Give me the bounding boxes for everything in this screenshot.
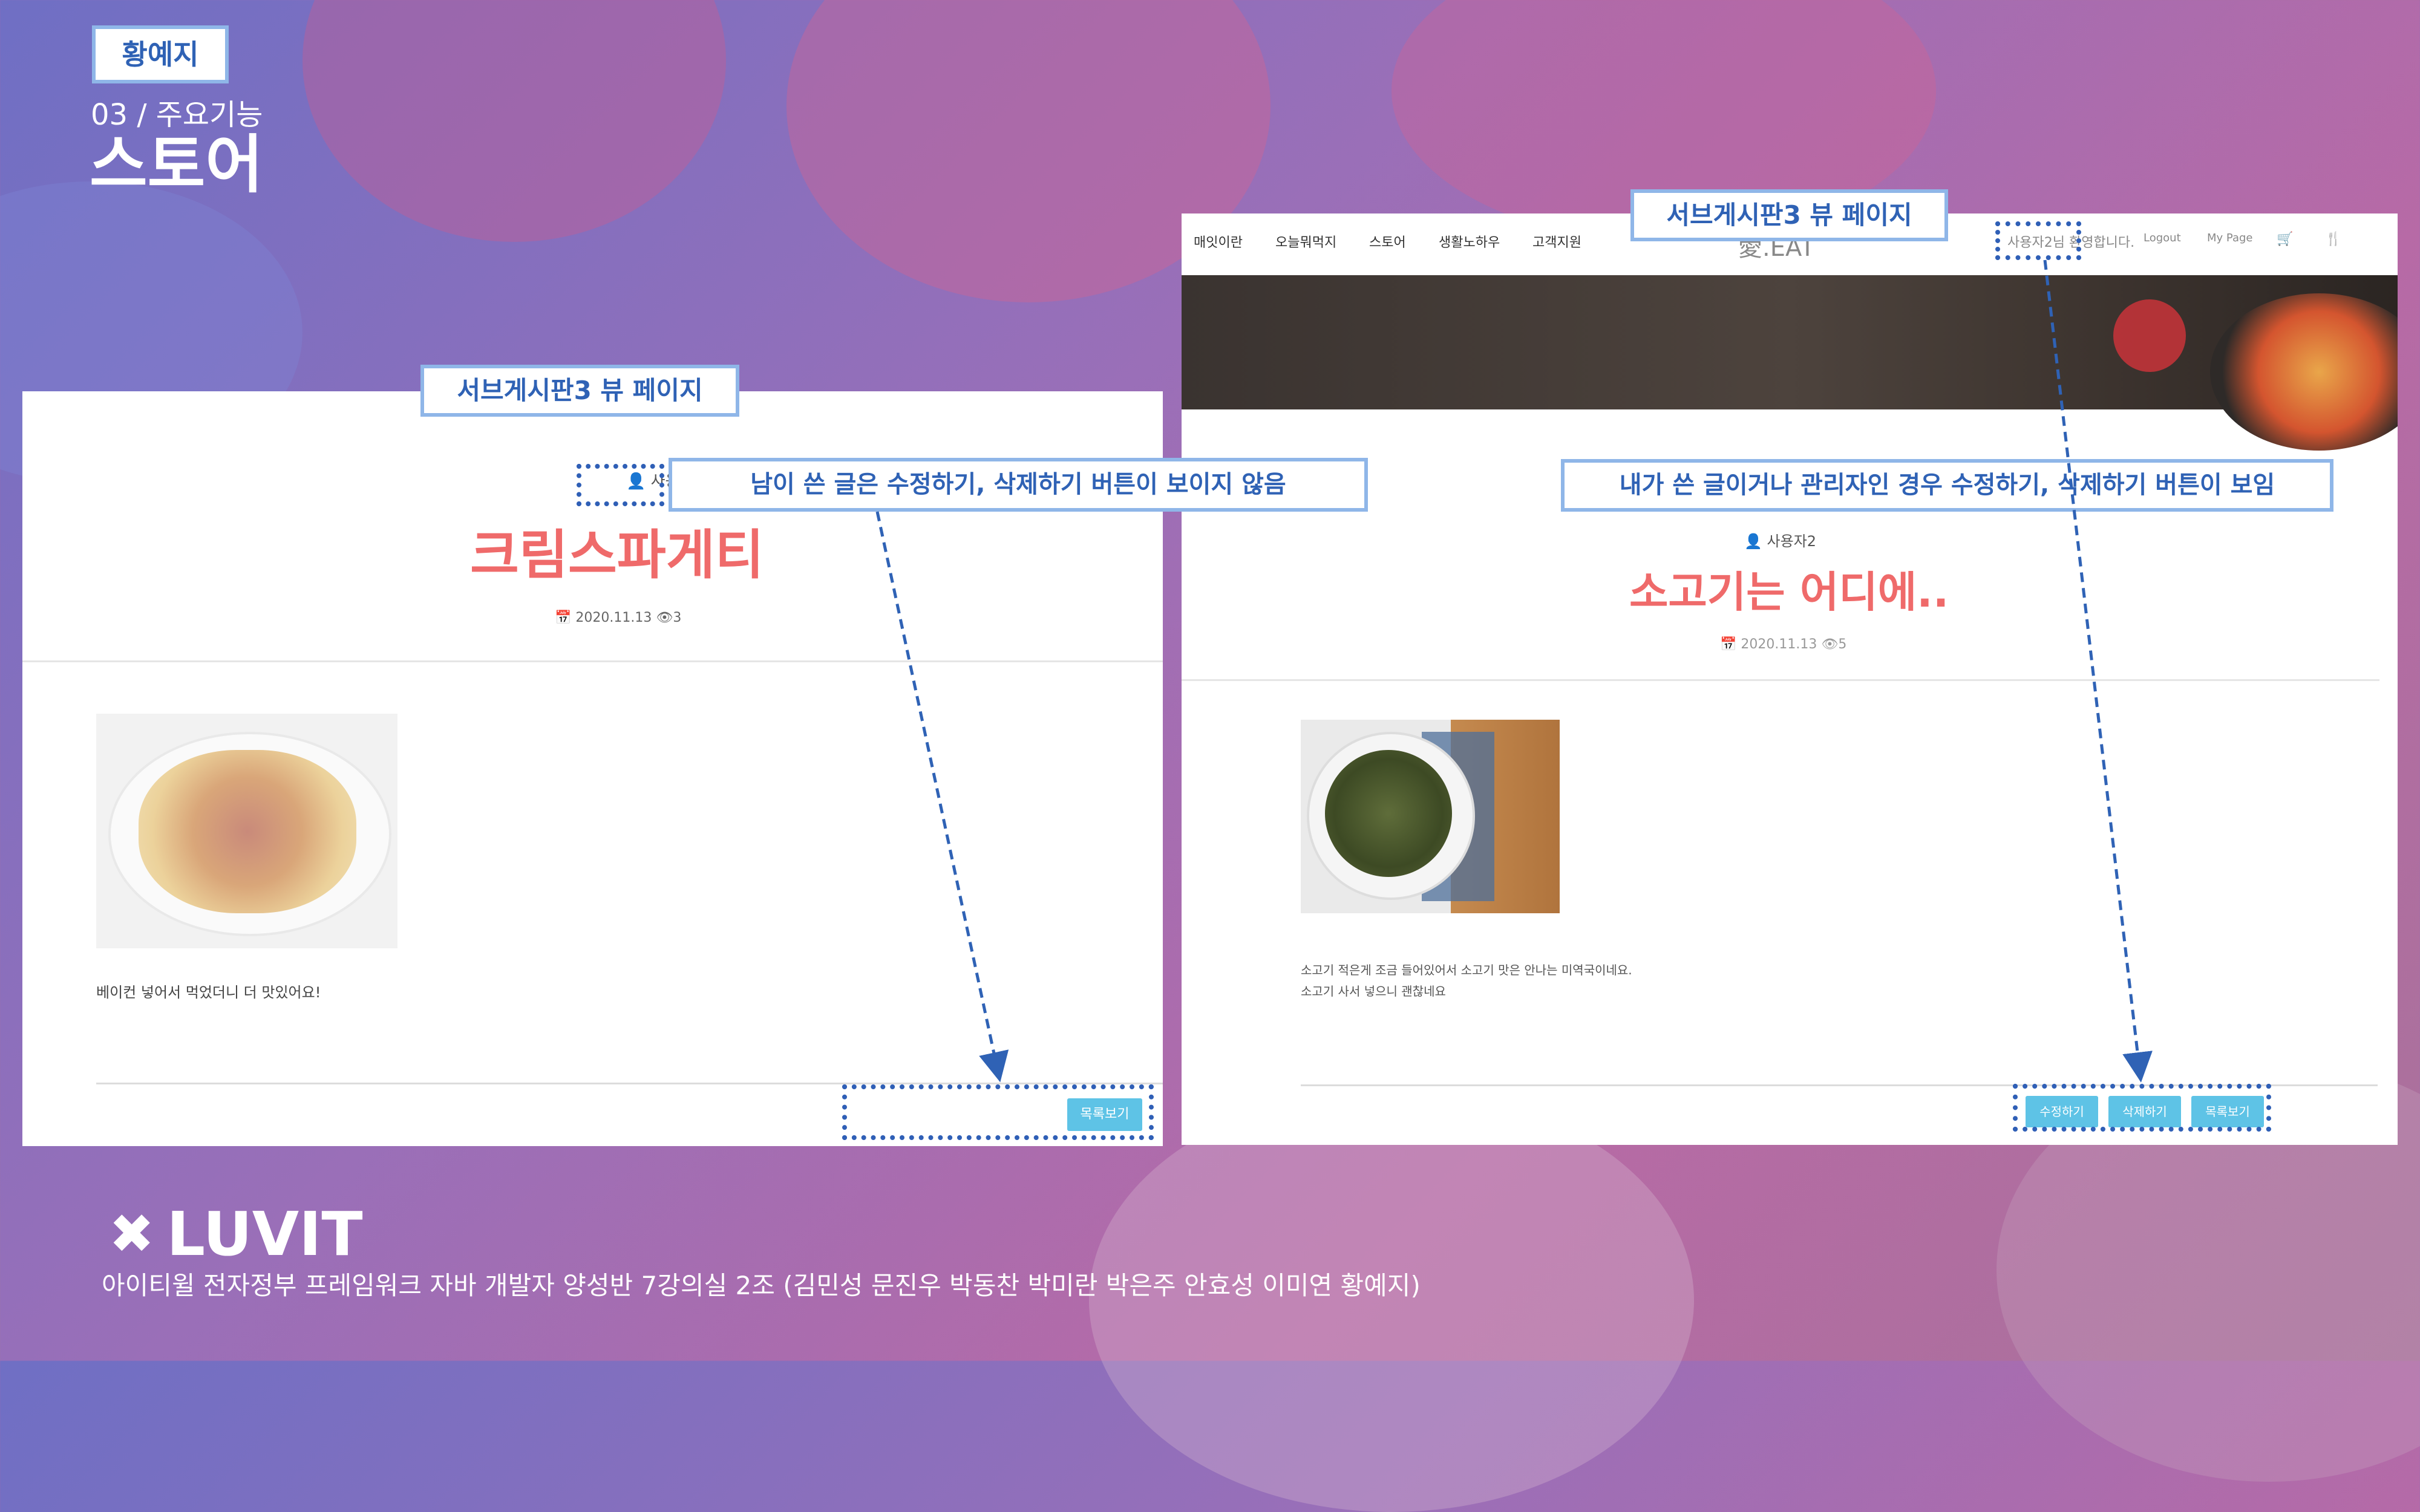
footer-logo: LUVIT — [166, 1199, 363, 1269]
utensils-icon: ✖ — [109, 1202, 155, 1266]
footer-brand: ✖ LUVIT — [109, 1199, 363, 1269]
arrow-overlay — [875, 259, 2153, 1083]
arrow-left — [875, 511, 1009, 1083]
footer-text: 아이티윌 전자정부 프레임워크 자바 개발자 양성반 7강의실 2조 (김민성 … — [102, 1271, 1421, 1300]
arrow-right — [2043, 259, 2153, 1083]
